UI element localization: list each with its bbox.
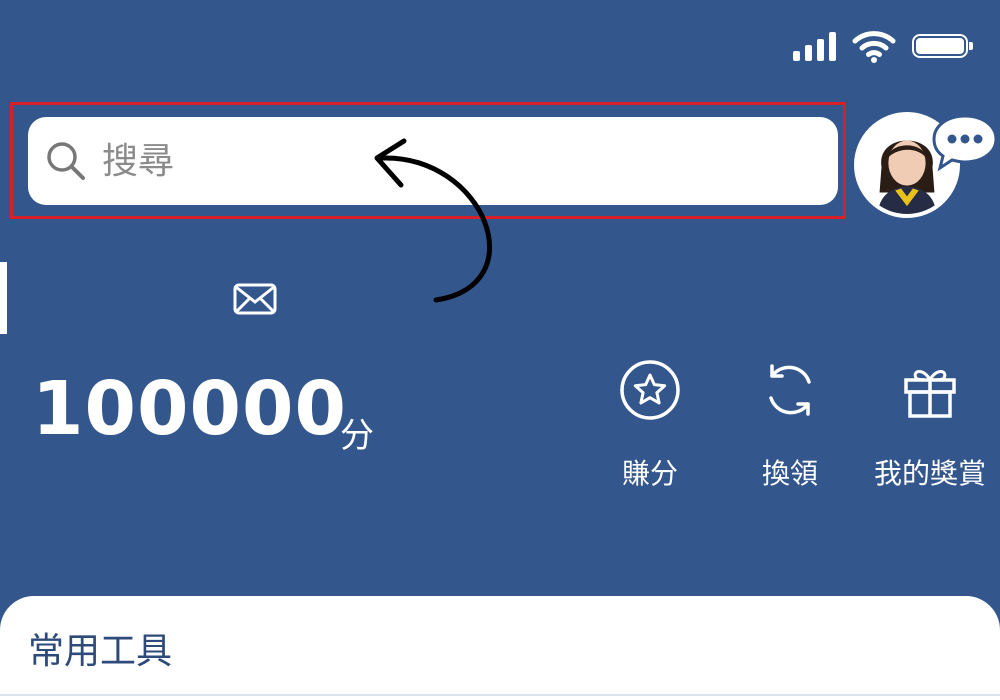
gift-icon: [904, 370, 956, 418]
divider: [0, 694, 1000, 696]
earn-points-label: 賺分: [621, 457, 678, 490]
points-unit: 分: [340, 416, 374, 456]
mail-icon[interactable]: [233, 283, 277, 315]
refresh-icon: [769, 364, 811, 416]
redeem-button[interactable]: 換領: [730, 358, 850, 492]
my-rewards-label: 我的獎賞: [873, 457, 986, 490]
status-bar: [793, 28, 973, 64]
curved-arrow-annotation: [374, 138, 493, 303]
my-rewards-button[interactable]: 我的獎賞: [870, 358, 990, 492]
search-icon: [47, 142, 85, 180]
star-circle-icon: [620, 360, 680, 420]
tools-card: 常用工具: [0, 596, 1000, 700]
signal-icon: [793, 31, 836, 61]
chat-bubble-icon[interactable]: [930, 112, 1000, 172]
points-value: 100000: [32, 366, 347, 452]
tools-section-title: 常用工具: [28, 631, 173, 672]
battery-icon: [912, 34, 973, 58]
side-tab-indicator[interactable]: [0, 262, 7, 334]
redeem-label: 換領: [761, 457, 818, 490]
earn-points-button[interactable]: 賺分: [590, 358, 710, 492]
wifi-icon: [852, 31, 896, 63]
